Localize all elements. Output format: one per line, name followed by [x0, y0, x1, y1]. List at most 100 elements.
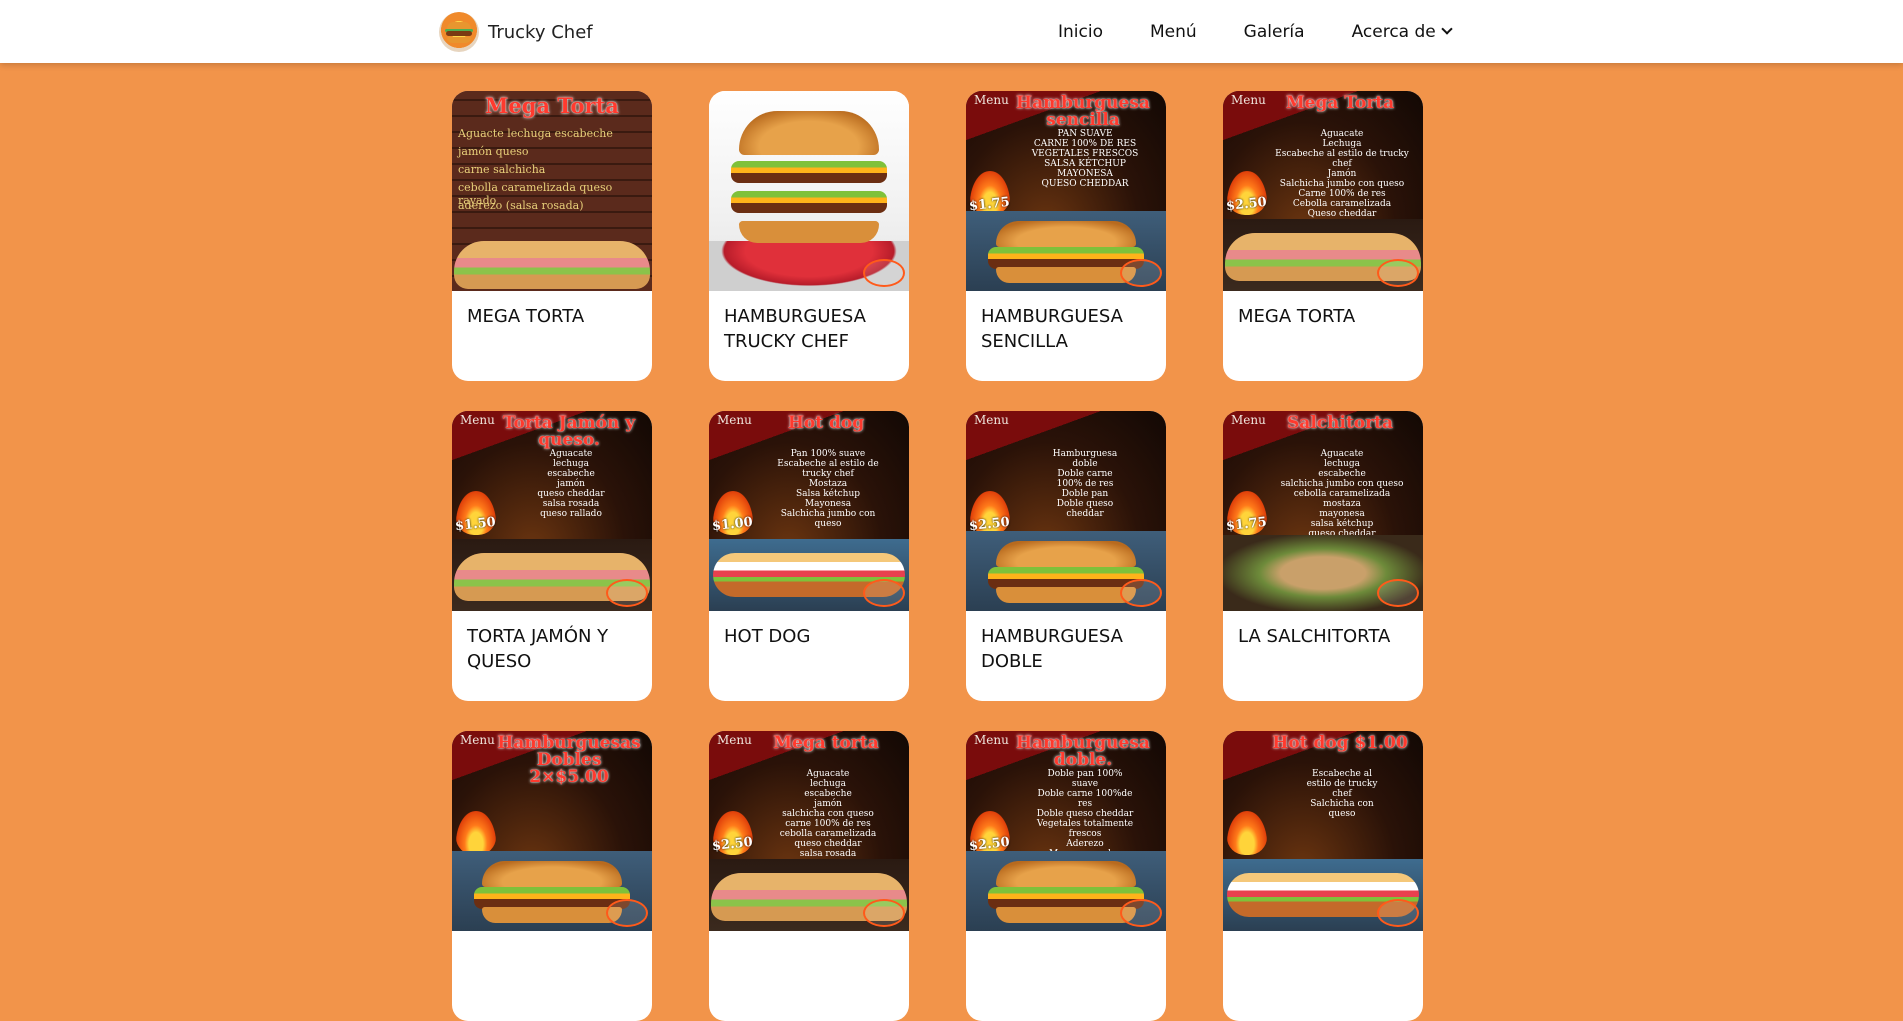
brand-name: Trucky Chef — [488, 21, 593, 43]
menu-card[interactable]: HAMBURGUESA TRUCKY CHEF — [709, 91, 909, 381]
menu-item-title: HAMBURGUESA TRUCKY CHEF — [724, 306, 866, 352]
menu-item-title: MEGA TORTA — [1238, 306, 1356, 327]
trucky-chef-stamp-icon — [1377, 579, 1419, 607]
menu-item-image: Menu Mega Torta Aguacate Lechuga Escabeche a… — [1223, 91, 1423, 291]
menu-card[interactable]: Hot dog $1.00 Escabeche al estilo de truck… — [1223, 731, 1423, 1021]
poster-menu-tag: Menu — [1231, 93, 1266, 107]
poster-title: Torta Jamón y queso. — [502, 413, 636, 450]
menu-item-title: HAMBURGUESA SENCILLA — [981, 306, 1123, 352]
burger-layer — [988, 247, 1144, 269]
nav-acerca-de-label: Acerca de — [1351, 21, 1436, 42]
flame-icon — [456, 811, 496, 855]
poster-word: aderezo (salsa rosada) — [458, 199, 584, 212]
poster-menu-tag: Menu — [460, 413, 495, 427]
menu-item-image: Hot dog $1.00 Escabeche al estilo de truck… — [1223, 731, 1423, 931]
poster-title: Mega Torta — [485, 93, 619, 118]
burger-bun — [996, 541, 1136, 567]
burger-layer — [988, 567, 1144, 589]
poster-word: jamón queso — [458, 145, 529, 158]
menu-card[interactable]: Menu Hot dog Pan 100% suave Escabeche al es… — [709, 411, 909, 701]
poster-word: Aguacte lechuga escabeche — [458, 127, 613, 140]
menu-item-image: Mega Torta Aguacte lechuga escabeche jamón… — [452, 91, 652, 291]
menu-item-title: MEGA TORTA — [467, 306, 585, 327]
poster-menu-tag: Menu — [974, 413, 1009, 427]
menu-item-image: Menu Salchitorta Aguacate lechuga escabeche s… — [1223, 411, 1423, 611]
poster-title: Hot dog — [787, 413, 865, 433]
nav-galeria[interactable]: Galería — [1244, 22, 1305, 42]
nav-acerca-de[interactable]: Acerca de — [1351, 21, 1453, 42]
menu-card[interactable]: Menu Hamburguesa doble. Doble pan 100% suav… — [966, 731, 1166, 1021]
poster-price: $1.50 — [454, 514, 497, 535]
poster-title: Mega torta — [773, 733, 879, 753]
poster-description: Escabeche al estilo de trucky chef Salchich… — [1306, 769, 1378, 819]
poster-price: $2.50 — [1225, 194, 1268, 215]
menu-card[interactable]: Menu Torta Jamón y queso. Aguacate lechuga e… — [452, 411, 652, 701]
chevron-down-icon — [1441, 23, 1453, 35]
trucky-chef-stamp-icon — [1120, 259, 1162, 287]
burger-logo-icon — [439, 12, 479, 52]
poster-menu-tag: Menu — [974, 93, 1009, 107]
burger-layer — [474, 887, 630, 909]
poster-title: Salchitorta — [1287, 413, 1393, 433]
torta-photo — [454, 241, 650, 289]
menu-card[interactable]: Menu Mega Torta Aguacate Lechuga Escabeche a… — [1223, 91, 1423, 381]
menu-card[interactable]: Menu Hamburguesa sencilla PAN SUAVE CARNE 1… — [966, 91, 1166, 381]
trucky-chef-stamp-icon — [863, 899, 905, 927]
menu-item-image: Menu Mega torta Aguacate lechuga escabeche ja… — [709, 731, 909, 931]
poster-description: Pan 100% suave Escabeche al estilo de truc… — [777, 449, 879, 529]
top-navbar: Trucky Chef Inicio Menú Galería Acerca d… — [0, 0, 1903, 63]
poster-menu-tag: Menu — [717, 413, 752, 427]
menu-card[interactable]: Menu Hamburguesa doble Doble carne 100% de r… — [966, 411, 1166, 701]
menu-item-title: HAMBURGUESA DOBLE — [981, 626, 1123, 672]
burger-bun — [996, 267, 1136, 283]
poster-title: Hamburguesas Dobles 2×$5.00 — [497, 733, 641, 787]
menu-item-image: Menu Hamburguesa doble Doble carne 100% de r… — [966, 411, 1166, 611]
burger-bun — [996, 907, 1136, 923]
burger-layer — [988, 887, 1144, 909]
menu-item-image — [709, 91, 909, 291]
burger-photo — [739, 111, 879, 155]
poster-menu-tag: Menu — [974, 733, 1009, 747]
burger-bun — [482, 861, 622, 887]
trucky-chef-stamp-icon — [863, 579, 905, 607]
menu-card[interactable]: Menu Mega torta Aguacate lechuga escabeche ja… — [709, 731, 909, 1021]
trucky-chef-stamp-icon — [1120, 899, 1162, 927]
poster-price: $1.00 — [711, 514, 754, 535]
trucky-chef-stamp-icon — [1377, 259, 1419, 287]
nav-menu[interactable]: Menú — [1150, 22, 1197, 42]
poster-title: Mega Torta — [1285, 93, 1395, 113]
trucky-chef-stamp-icon — [863, 259, 905, 287]
trucky-chef-stamp-icon — [1377, 899, 1419, 927]
main-nav: Inicio Menú Galería Acerca de — [1058, 0, 1453, 63]
flame-icon — [1227, 811, 1267, 855]
burger-layer — [731, 161, 887, 183]
menu-card[interactable]: Menu Salchitorta Aguacate lechuga escabeche s… — [1223, 411, 1423, 701]
burger-bun — [996, 587, 1136, 603]
trucky-chef-stamp-icon — [606, 899, 648, 927]
burger-bun — [482, 907, 622, 923]
burger-layer — [731, 191, 887, 213]
menu-item-title: TORTA JAMÓN Y QUESO — [467, 626, 609, 672]
poster-title: Hamburguesa sencilla — [1016, 93, 1150, 130]
menu-item-image: Menu Hamburguesa doble. Doble pan 100% suav… — [966, 731, 1166, 931]
nav-inicio[interactable]: Inicio — [1058, 22, 1103, 42]
burger-bun — [996, 221, 1136, 247]
trucky-chef-stamp-icon — [1120, 579, 1162, 607]
poster-description: PAN SUAVE CARNE 100% DE RES VEGETALES FRES… — [1031, 129, 1139, 189]
poster-title: Hot dog $1.00 — [1272, 733, 1408, 753]
poster-menu-tag: Menu — [717, 733, 752, 747]
brand-link[interactable]: Trucky Chef — [439, 12, 593, 52]
poster-word: carne salchicha — [458, 163, 546, 176]
menu-item-title: LA SALCHITORTA — [1238, 626, 1391, 647]
poster-description: Aguacate lechuga escabeche salchicha jumbo … — [1280, 449, 1404, 549]
poster-price: $1.75 — [1225, 514, 1268, 535]
menu-item-title: HOT DOG — [724, 626, 811, 647]
poster-price: $2.50 — [711, 834, 754, 855]
menu-card[interactable]: Menu Hamburguesas Dobles 2×$5.00 — [452, 731, 652, 1021]
menu-card[interactable]: Mega Torta Aguacte lechuga escabeche jamón… — [452, 91, 652, 381]
poster-menu-tag: Menu — [1231, 413, 1266, 427]
poster-menu-tag: Menu — [460, 733, 495, 747]
poster-description: Aguacate lechuga escabeche jamón queso chedd… — [537, 449, 605, 519]
menu-item-image: Menu Torta Jamón y queso. Aguacate lechuga e… — [452, 411, 652, 611]
poster-title: Hamburguesa doble. — [1016, 733, 1150, 770]
